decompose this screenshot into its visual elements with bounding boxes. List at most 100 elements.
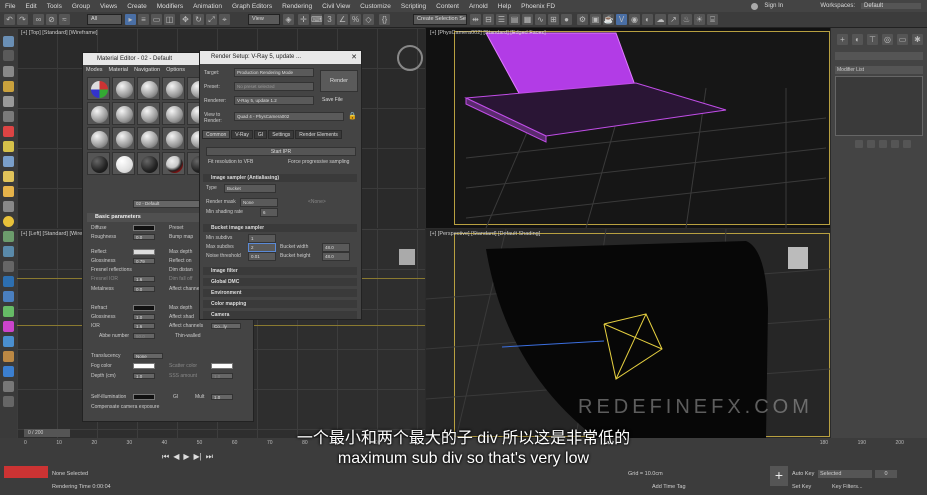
motion-panel-icon[interactable]: ◎	[882, 34, 893, 45]
viewport-camera-label[interactable]: [+] [PhysCamera002] [Standard] [Edged Fa…	[430, 30, 546, 36]
tab-settings[interactable]: Settings	[268, 130, 295, 139]
remove-modifier-icon[interactable]	[891, 140, 899, 148]
forest-icon[interactable]	[3, 276, 14, 287]
max-subdivs-field[interactable]: 2	[248, 243, 276, 252]
rectangular-selection-icon[interactable]: ▭	[151, 14, 162, 25]
bucket-sampler-rollout[interactable]: Bucket image sampler	[203, 224, 357, 232]
mirror-icon[interactable]: ⇹	[470, 14, 481, 25]
lock-icon[interactable]: 🔒	[348, 112, 357, 120]
menu-phoenix-fd[interactable]: Phoenix FD	[516, 3, 560, 10]
modifier-icon[interactable]	[3, 381, 14, 392]
select-manipulate-icon[interactable]: ✛	[298, 14, 309, 25]
material-slot[interactable]	[137, 152, 160, 175]
material-slot[interactable]	[87, 77, 110, 100]
material-slot[interactable]	[162, 102, 185, 125]
reference-coordinate-dropdown[interactable]: View	[248, 14, 280, 25]
material-slot[interactable]	[87, 127, 110, 150]
material-slot[interactable]	[137, 102, 160, 125]
create-tab-icon[interactable]	[3, 36, 14, 47]
fit-resolution-checkbox[interactable]: Fit resolution to VFB	[208, 159, 253, 165]
spinner-snap-icon[interactable]: ◇	[363, 14, 374, 25]
viewcube-icon[interactable]	[397, 45, 423, 71]
viewport-top-label[interactable]: [+] [Top] [Standard] [Wireframe]	[21, 30, 98, 36]
min-shading-rate-field[interactable]: 6	[260, 208, 278, 217]
material-editor-icon[interactable]: ●	[561, 14, 572, 25]
target-dropdown[interactable]: Production Rendering Mode	[234, 68, 314, 77]
ribbon-icon[interactable]: ▦	[522, 14, 533, 25]
material-slot[interactable]	[87, 152, 110, 175]
menu-rendering[interactable]: Rendering	[277, 3, 317, 10]
modifier-stack[interactable]	[835, 76, 923, 136]
tab-render-elements[interactable]: Render Elements	[295, 130, 342, 139]
rotate-icon[interactable]: ↻	[193, 14, 204, 25]
render-cloud-icon[interactable]: ☁	[655, 14, 666, 25]
menu-views[interactable]: Views	[95, 3, 122, 10]
vray-light-icon[interactable]: ☀	[694, 14, 705, 25]
menu-modifiers[interactable]: Modifiers	[152, 3, 188, 10]
close-icon[interactable]: ✕	[351, 51, 357, 64]
menu-help[interactable]: Help	[493, 3, 516, 10]
fresnel-checkbox[interactable]: Fresnel reflections	[91, 267, 132, 273]
start-ipr-button[interactable]: Start IPR	[206, 147, 356, 156]
material-slot[interactable]	[137, 77, 160, 100]
vray-frame-buffer-icon[interactable]: V	[616, 14, 627, 25]
render-online-icon[interactable]: ↗	[668, 14, 679, 25]
hierarchy-icon[interactable]	[3, 50, 14, 61]
roughness-field[interactable]: 0.0	[133, 234, 155, 240]
redo-icon[interactable]: ↷	[17, 14, 28, 25]
viewcube-left-icon[interactable]	[399, 249, 415, 265]
min-subdivs-field[interactable]: 1	[248, 234, 276, 243]
cameras-icon[interactable]	[3, 156, 14, 167]
color-mapping-rollout[interactable]: Color mapping	[203, 300, 357, 308]
floor-generator-icon[interactable]	[3, 306, 14, 317]
pivot-icon[interactable]: ◈	[283, 14, 294, 25]
glossiness-field[interactable]: 0.79	[133, 258, 155, 264]
menu-file[interactable]: File	[0, 3, 20, 10]
curve-editor-icon[interactable]: ∿	[535, 14, 546, 25]
auto-key-button[interactable]: Auto Key	[792, 471, 814, 477]
sign-in-button[interactable]: Sign In	[764, 3, 814, 9]
align-icon[interactable]: ⊟	[483, 14, 494, 25]
fog-color-swatch[interactable]	[133, 363, 155, 369]
snap-3d-icon[interactable]: 3	[324, 14, 335, 25]
refract-color-swatch[interactable]	[133, 305, 155, 311]
scatter-icon[interactable]	[3, 261, 14, 272]
rendered-frame-window-icon[interactable]: ▣	[590, 14, 601, 25]
keyboard-shortcut-icon[interactable]: ⌨	[311, 14, 323, 25]
percent-snap-icon[interactable]: %	[350, 14, 361, 25]
affect-shadows-checkbox[interactable]: Affect shad	[169, 314, 194, 320]
force-progressive-checkbox[interactable]: Force progressive sampling	[288, 159, 349, 165]
tab-common[interactable]: Common	[202, 130, 231, 139]
material-slot[interactable]	[162, 152, 185, 175]
abbe-number-field[interactable]: 50.0	[133, 333, 155, 339]
sampler-type-dropdown[interactable]: Bucket	[224, 184, 276, 193]
menu-content[interactable]: Content	[431, 3, 464, 10]
affect-channels-dropdown[interactable]: Co...ly	[211, 323, 241, 329]
max-subdivs-checkbox[interactable]: Max subdivs	[206, 244, 234, 250]
display-icon[interactable]	[3, 81, 14, 92]
image-filter-rollout[interactable]: Image filter	[203, 267, 357, 275]
schematic-view-icon[interactable]: ⊞	[548, 14, 559, 25]
teapot-icon[interactable]: ♨	[681, 14, 692, 25]
fresnel-ior-field[interactable]: 1.6	[133, 276, 155, 282]
vray-physical-camera-icon[interactable]: ⌸	[707, 14, 718, 25]
noise-threshold-field[interactable]: 0.01	[248, 252, 276, 261]
thin-walled-checkbox[interactable]: Thin-walled	[175, 333, 201, 339]
railclone-icon[interactable]	[3, 291, 14, 302]
add-time-tag-button[interactable]: Add Time Tag	[652, 484, 686, 490]
menu-group[interactable]: Group	[67, 3, 95, 10]
vray-object-icon[interactable]	[3, 231, 14, 242]
render-button[interactable]: Render	[320, 70, 358, 92]
material-slot[interactable]	[162, 77, 185, 100]
menu-tools[interactable]: Tools	[42, 3, 67, 10]
select-by-name-icon[interactable]: ≡	[138, 14, 149, 25]
display-panel-icon[interactable]: ▭	[897, 34, 908, 45]
ior-field[interactable]: 1.6	[133, 323, 155, 329]
shapes-icon[interactable]	[3, 126, 14, 137]
viewport-camera[interactable]: [+] [PhysCamera002] [Standard] [Edged Fa…	[426, 28, 830, 228]
unlink-icon[interactable]: ⊘	[46, 14, 57, 25]
space-warps-icon[interactable]	[3, 186, 14, 197]
helpers-icon[interactable]	[3, 171, 14, 182]
show-end-result-icon[interactable]	[867, 140, 875, 148]
menu-scripting[interactable]: Scripting	[396, 3, 431, 10]
